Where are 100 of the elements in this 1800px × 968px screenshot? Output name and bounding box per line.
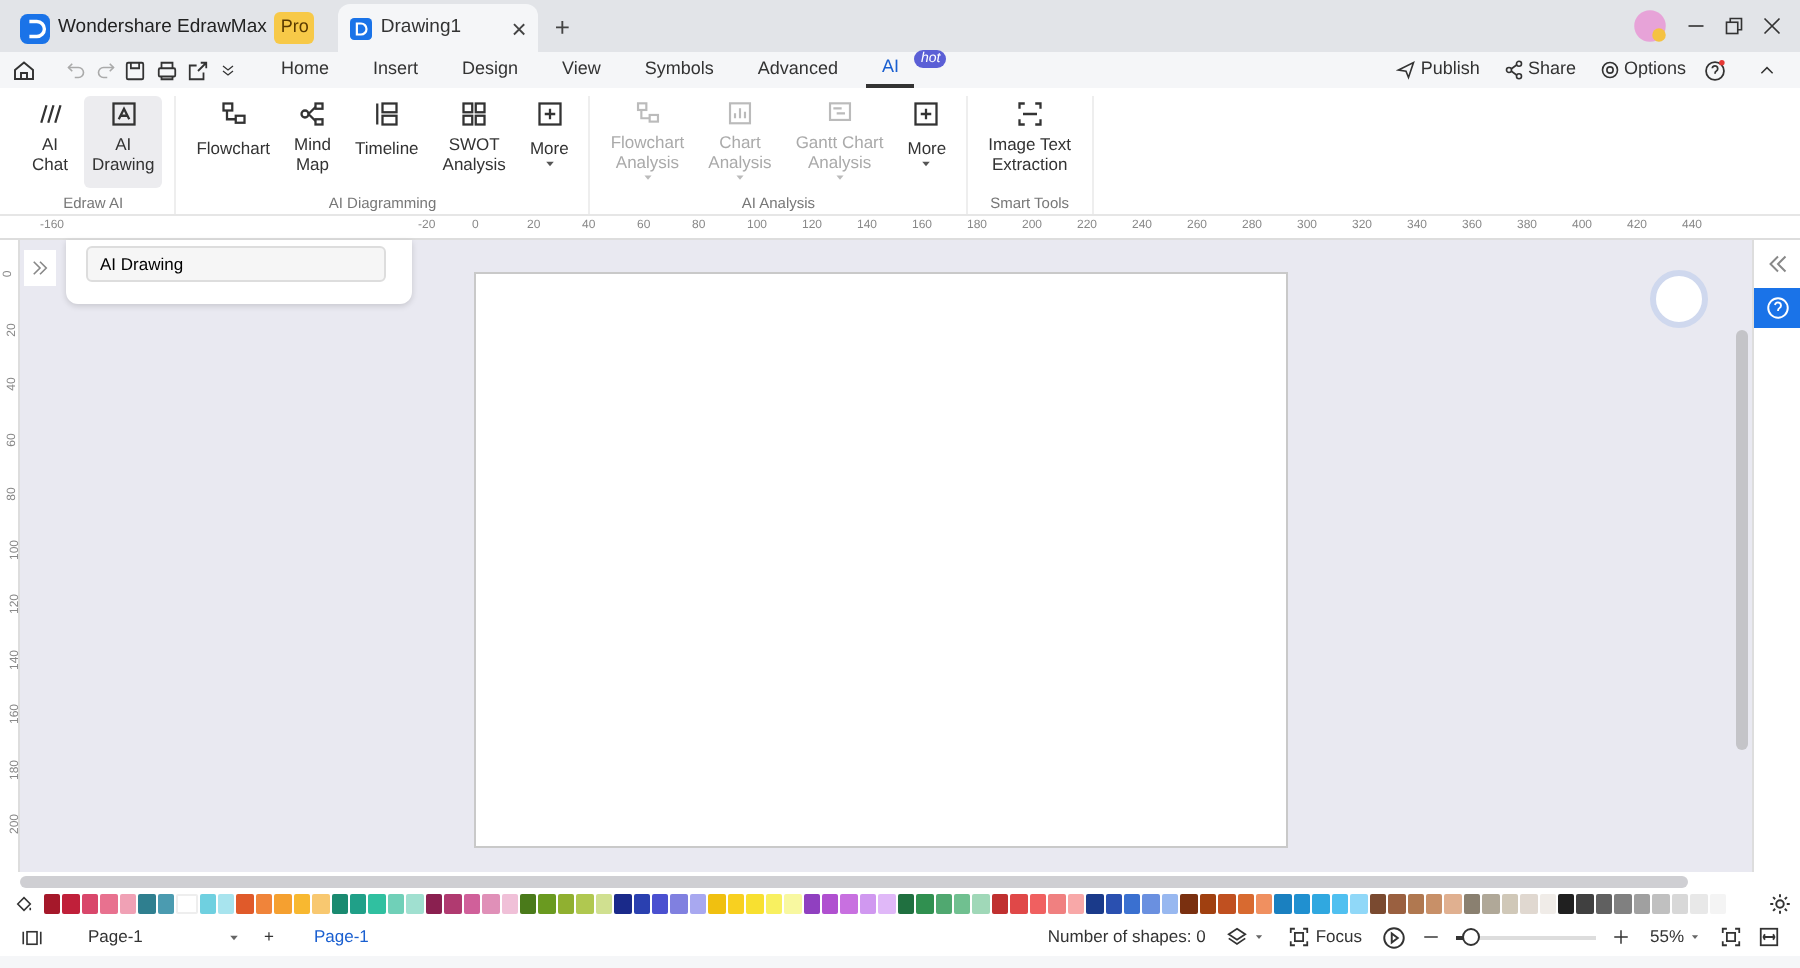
color-swatch[interactable] <box>1312 894 1330 914</box>
collapse-icon[interactable] <box>1758 61 1776 79</box>
share-button[interactable]: Share <box>1497 56 1582 84</box>
color-swatch[interactable] <box>1671 894 1689 914</box>
color-swatch[interactable] <box>1142 894 1160 914</box>
color-swatch[interactable] <box>157 894 175 914</box>
color-swatch[interactable] <box>236 894 254 914</box>
options-button[interactable]: Options <box>1593 56 1692 84</box>
menu-tab[interactable]: Advanced <box>741 52 854 88</box>
color-swatch[interactable] <box>935 894 952 914</box>
ribbon-tool-button[interactable]: AI Chat <box>24 96 76 188</box>
zoom-in-icon[interactable] <box>1611 928 1630 946</box>
color-swatch[interactable] <box>1237 894 1254 914</box>
color-swatch[interactable] <box>840 894 858 914</box>
color-swatch[interactable] <box>1350 894 1368 914</box>
scrollbar-thumb[interactable] <box>1736 330 1748 750</box>
color-swatch[interactable] <box>255 894 273 914</box>
color-swatch[interactable] <box>1407 894 1424 914</box>
color-swatch[interactable] <box>991 894 1009 914</box>
color-swatch[interactable] <box>708 894 726 914</box>
redo-icon[interactable] <box>95 60 115 80</box>
color-swatch[interactable] <box>1331 894 1349 914</box>
ribbon-tool-button[interactable]: Timeline <box>346 96 427 188</box>
color-swatch[interactable] <box>765 894 783 914</box>
undo-icon[interactable] <box>66 60 86 80</box>
color-swatch[interactable] <box>972 894 990 914</box>
color-swatch[interactable] <box>652 894 669 914</box>
color-swatch[interactable] <box>387 894 405 914</box>
help-button[interactable] <box>1753 288 1800 328</box>
color-swatch[interactable] <box>614 894 632 914</box>
restore-icon[interactable] <box>1724 16 1744 36</box>
color-swatch[interactable] <box>670 894 688 914</box>
fit-width-icon[interactable] <box>1758 926 1780 948</box>
ribbon-tool-button[interactable]: Flowchart <box>188 96 279 188</box>
color-swatch[interactable] <box>1369 894 1387 914</box>
color-swatch[interactable] <box>444 894 462 914</box>
color-swatch[interactable] <box>689 894 707 914</box>
color-swatch[interactable] <box>1652 894 1670 914</box>
color-swatch[interactable] <box>784 894 801 914</box>
color-swatch[interactable] <box>1614 894 1632 914</box>
color-swatch[interactable] <box>1388 894 1405 914</box>
color-swatch[interactable] <box>519 894 537 914</box>
color-swatch[interactable] <box>1482 894 1500 914</box>
menu-tab[interactable]: Symbols <box>628 52 730 88</box>
zoom-slider-thumb[interactable] <box>1462 927 1481 945</box>
color-swatch[interactable] <box>1274 894 1292 914</box>
page-layout-icon[interactable] <box>20 927 44 947</box>
menu-tab[interactable]: Home <box>265 52 346 88</box>
color-swatch[interactable] <box>138 894 156 914</box>
document-tab-title[interactable]: Drawing1 <box>380 13 504 43</box>
color-swatch[interactable] <box>1520 894 1538 914</box>
ribbon-tool-button[interactable]: AI Drawing <box>84 96 163 188</box>
customize-icon[interactable] <box>219 62 235 78</box>
color-swatch[interactable] <box>501 894 518 914</box>
color-swatch[interactable] <box>595 894 613 914</box>
color-swatch[interactable] <box>312 894 330 914</box>
color-swatch[interactable] <box>1293 894 1311 914</box>
fit-page-icon[interactable] <box>1720 926 1742 948</box>
ribbon-tool-button[interactable]: Image Text Extraction <box>980 96 1080 188</box>
collapse-panel-icon[interactable] <box>1765 252 1789 276</box>
ribbon-tool-button[interactable]: More <box>899 96 955 188</box>
page-tab[interactable]: Page-1 <box>293 924 389 950</box>
color-swatch[interactable] <box>727 894 745 914</box>
fill-icon[interactable] <box>12 894 36 914</box>
color-swatch[interactable] <box>1048 894 1066 914</box>
color-swatch[interactable] <box>1067 894 1085 914</box>
color-swatch[interactable] <box>1180 894 1198 914</box>
color-swatch[interactable] <box>897 894 915 914</box>
help-icon[interactable] <box>1704 59 1726 81</box>
color-swatch[interactable] <box>1086 894 1103 914</box>
color-swatch[interactable] <box>44 894 61 914</box>
color-swatch[interactable] <box>1444 894 1462 914</box>
color-swatch[interactable] <box>1105 894 1122 914</box>
color-swatch[interactable] <box>199 894 216 914</box>
color-swatch[interactable] <box>217 894 235 914</box>
menu-tab[interactable]: Design <box>446 52 535 88</box>
zoom-dropdown[interactable]: 55% <box>1645 924 1704 950</box>
close-tab-button[interactable]: × <box>511 15 527 41</box>
color-swatch[interactable] <box>954 894 971 914</box>
color-swatch[interactable] <box>293 894 311 914</box>
color-swatch[interactable] <box>81 894 99 914</box>
color-swatch[interactable] <box>1690 894 1707 914</box>
home-icon[interactable] <box>12 58 36 82</box>
color-swatch[interactable] <box>274 894 292 914</box>
focus-button[interactable]: Focus <box>1283 924 1366 950</box>
new-tab-button[interactable]: + <box>538 13 586 39</box>
color-swatch[interactable] <box>576 894 594 914</box>
color-swatch[interactable] <box>100 894 118 914</box>
ribbon-tool-button[interactable]: Mind Map <box>286 96 339 188</box>
color-swatch[interactable] <box>482 894 499 914</box>
color-swatch[interactable] <box>1558 894 1575 914</box>
menu-tab[interactable]: Insert <box>357 52 435 88</box>
color-swatch[interactable] <box>1010 894 1028 914</box>
close-icon[interactable] <box>1762 16 1782 36</box>
color-swatch[interactable] <box>1633 894 1651 914</box>
ribbon-tool-button[interactable]: More <box>521 96 577 188</box>
color-swatch[interactable] <box>1256 894 1273 914</box>
color-swatch[interactable] <box>803 894 820 914</box>
color-swatch[interactable] <box>1595 894 1613 914</box>
color-swatch[interactable] <box>350 894 367 914</box>
